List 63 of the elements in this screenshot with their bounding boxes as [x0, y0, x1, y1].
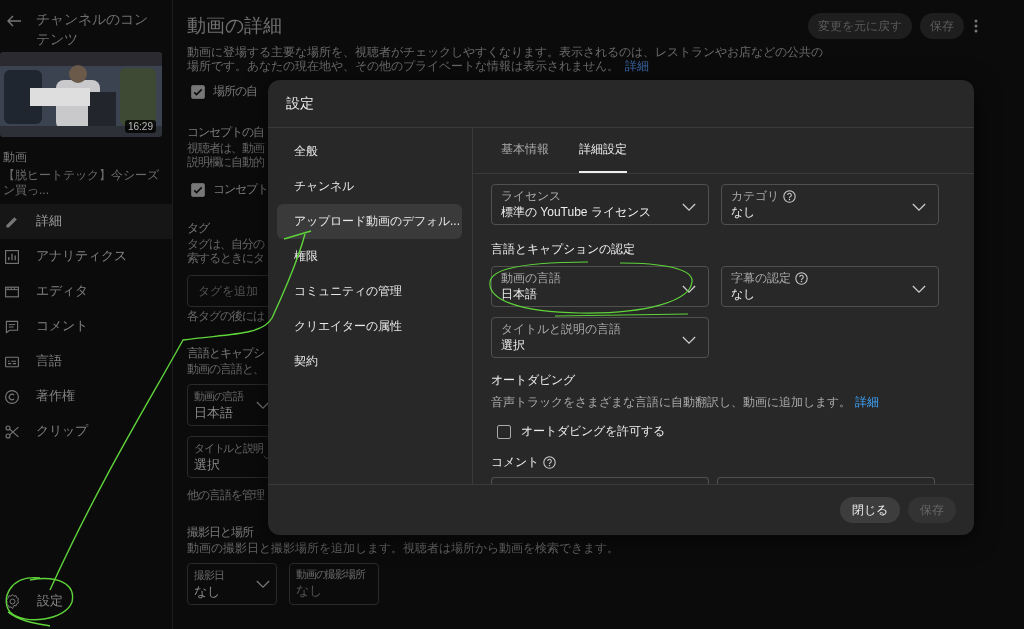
sidebar-item[interactable]: クリップ — [0, 414, 172, 449]
checkbox-label: コンセプト — [213, 181, 268, 198]
duration-badge: 16:29 — [124, 120, 156, 133]
section-heading: タグ — [187, 220, 209, 237]
section-heading: 言語とキャプシ — [187, 345, 264, 362]
copyright-icon — [4, 388, 20, 405]
input-field[interactable]: 動画の撮影場所 なし — [289, 563, 379, 605]
section-heading: コメント — [491, 454, 539, 471]
section-description: 視聴者は、動画 説明欄に自動的 — [187, 141, 264, 169]
more-icon[interactable] — [974, 19, 978, 33]
sidebar-item[interactable]: 言語 — [0, 344, 172, 379]
sidebar-item[interactable]: アナリティクス — [0, 239, 172, 274]
page-title: 動画の詳細 — [187, 14, 283, 38]
dropdown-field[interactable]: ライセンス 標準の YouTube ライセンス — [491, 184, 709, 225]
checkbox[interactable] — [191, 84, 205, 99]
back-link[interactable]: チャンネルのコンテンツ — [36, 10, 156, 50]
section-heading: オートダビング — [491, 372, 575, 389]
section-description: 動画の言語と、 — [187, 362, 264, 376]
sidebar-item[interactable]: エディタ — [0, 274, 172, 309]
section-heading: 言語とキャプションの認定 — [491, 241, 635, 258]
settings-icon — [4, 592, 21, 610]
section-heading: コンセプトの自 — [187, 124, 264, 141]
settings-item[interactable]: 設定 — [0, 581, 172, 621]
tab[interactable]: 詳細設定 — [579, 128, 627, 173]
close-button[interactable]: 閉じる — [840, 497, 900, 523]
sidebar-item[interactable]: コメント — [0, 309, 172, 344]
dropdown-field[interactable]: 撮影日 なし — [187, 563, 277, 605]
hint-text: 各タグの後には — [187, 309, 264, 323]
video-title: 【脱ヒートテック】今シーズン買っ... — [3, 168, 160, 198]
settings-nav-item[interactable]: クリエイターの属性 — [277, 309, 462, 344]
section-description: 動画の撮影日と撮影場所を追加します。視聴者は場所から動画を検索できます。 — [187, 541, 619, 555]
dropdown-field[interactable]: 字幕の認定 なし — [721, 266, 939, 307]
learn-more-link[interactable]: 詳細 — [625, 58, 649, 73]
description-text: 動画に登場する主要な場所を、視聴者がチェックしやすくなります。表示されるのは、レストランやお店などの公共の 場所です。あなたの現在地や、その他のプライベートな情報は表示されません。 詳細 — [187, 46, 823, 73]
back-arrow-icon[interactable] — [6, 13, 22, 29]
dropdown-field[interactable]: タイトルと説明の言語 選択 — [491, 317, 709, 358]
help-icon[interactable] — [795, 271, 808, 285]
dialog-title: 設定 — [286, 94, 314, 113]
checkbox[interactable] — [497, 424, 511, 439]
bar-chart-icon — [4, 248, 20, 265]
dropdown-field[interactable]: 動画の言語 日本語 — [491, 266, 709, 307]
learn-more-link[interactable]: 詳細 — [855, 395, 879, 409]
help-icon[interactable] — [543, 456, 556, 469]
section-description: 音声トラックをさまざまな言語に自動翻訳し、動画に追加します。 詳細 — [491, 394, 879, 411]
settings-nav-item[interactable]: 全般 — [277, 134, 462, 169]
video-heading: 動画 — [3, 149, 28, 166]
scissors-icon — [4, 423, 20, 440]
section-description: タグは、自分の 索するときにタ — [187, 237, 264, 265]
checkbox-label: オートダビングを許可する — [521, 423, 665, 440]
comment-icon — [4, 318, 20, 335]
hint-text: 他の言語を管理 — [187, 488, 264, 502]
sidebar-item[interactable]: 著作権 — [0, 379, 172, 414]
tab[interactable]: 基本情報 — [501, 128, 549, 173]
help-icon[interactable] — [783, 189, 796, 203]
checkbox-label: 場所の自 — [213, 83, 257, 100]
dropdown-field[interactable]: カテゴリ なし — [721, 184, 939, 225]
settings-nav-item[interactable]: コミュニティの管理 — [277, 274, 462, 309]
settings-nav-item[interactable]: チャンネル — [277, 169, 462, 204]
settings-nav-item[interactable]: アップロード動画のデフォル... — [277, 204, 462, 239]
settings-nav-item[interactable]: 契約 — [277, 344, 462, 379]
section-heading: 撮影日と場所 — [187, 524, 253, 541]
sidebar-item[interactable]: 詳細 — [0, 204, 172, 239]
checkbox[interactable] — [191, 182, 205, 197]
